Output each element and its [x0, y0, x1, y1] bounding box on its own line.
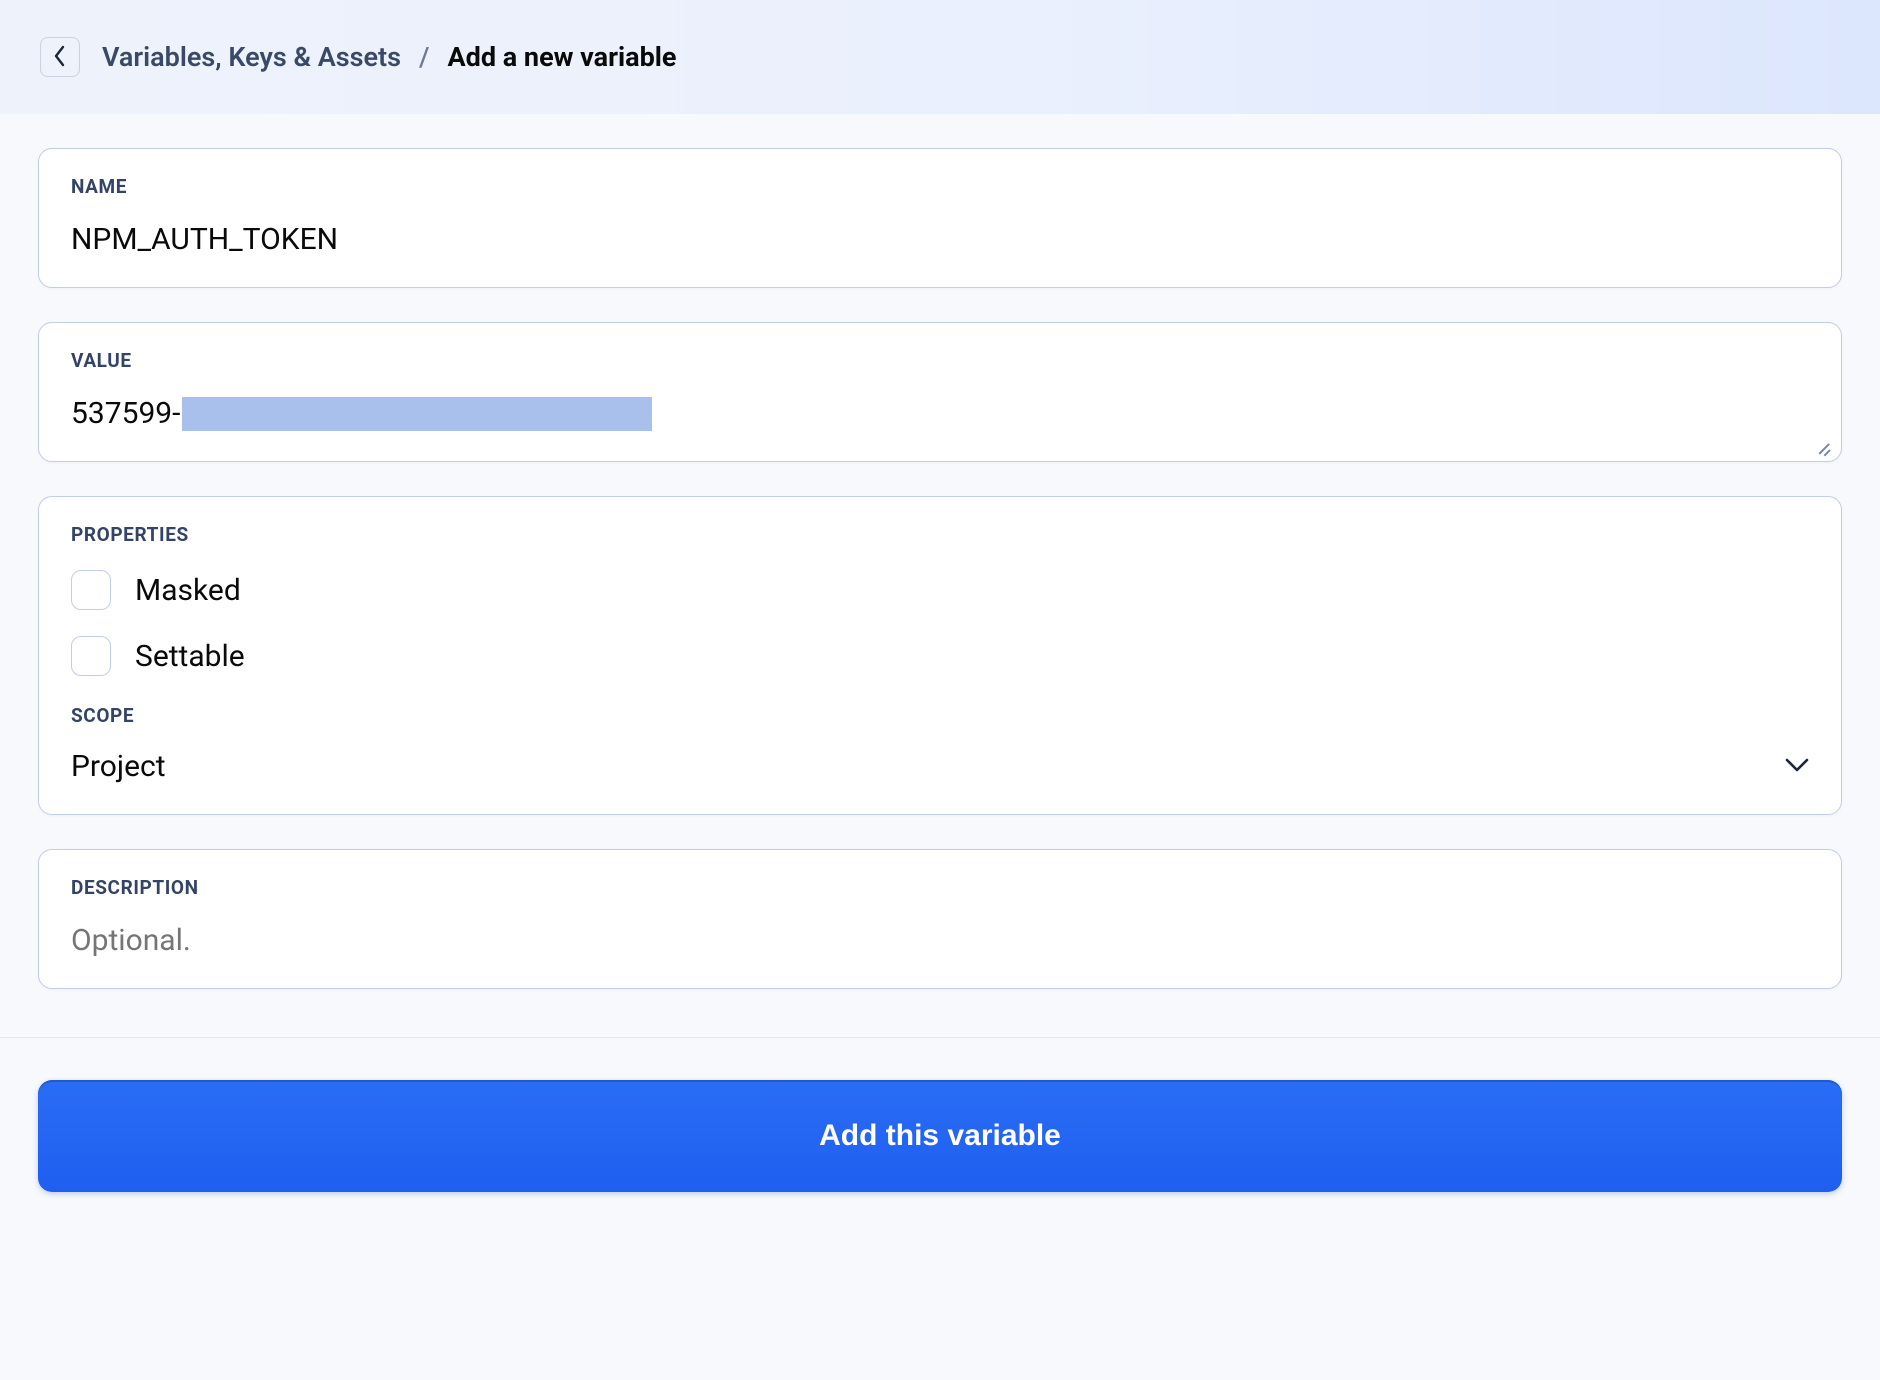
description-input[interactable] [71, 923, 1809, 958]
chevron-down-icon [1785, 757, 1809, 777]
scope-select[interactable]: Project [71, 749, 1809, 784]
value-card: VALUE 537599- [38, 322, 1842, 462]
name-label: NAME [71, 175, 1809, 198]
scope-selected-value: Project [71, 749, 166, 784]
name-card: NAME [38, 148, 1842, 288]
breadcrumb-separator: / [419, 41, 430, 73]
scope-label: SCOPE [71, 704, 1809, 727]
properties-label: PROPERTIES [71, 523, 1809, 546]
description-card: DESCRIPTION [38, 849, 1842, 989]
value-input[interactable]: 537599- [71, 396, 1809, 431]
resize-handle-icon [1813, 435, 1831, 453]
breadcrumb-bar: Variables, Keys & Assets / Add a new var… [0, 0, 1880, 114]
masked-checkbox[interactable] [71, 570, 111, 610]
masked-label: Masked [135, 573, 241, 608]
settable-row: Settable [71, 636, 1809, 676]
breadcrumb: Variables, Keys & Assets / Add a new var… [102, 41, 677, 73]
value-redacted-mask [182, 397, 652, 431]
name-input[interactable] [71, 222, 1809, 257]
chevron-left-icon [53, 45, 67, 70]
description-label: DESCRIPTION [71, 876, 1809, 899]
value-visible-prefix: 537599- [71, 396, 180, 431]
footer: Add this variable [0, 1038, 1880, 1252]
value-label: VALUE [71, 349, 1809, 372]
breadcrumb-parent[interactable]: Variables, Keys & Assets [102, 41, 401, 73]
settable-checkbox[interactable] [71, 636, 111, 676]
add-variable-button[interactable]: Add this variable [38, 1080, 1842, 1192]
properties-card: PROPERTIES Masked Settable SCOPE Project [38, 496, 1842, 815]
breadcrumb-current: Add a new variable [448, 41, 677, 73]
masked-row: Masked [71, 570, 1809, 610]
form-body: NAME VALUE 537599- PROPERTIES Masked Set… [0, 114, 1880, 989]
back-button[interactable] [40, 37, 80, 77]
settable-label: Settable [135, 639, 245, 674]
